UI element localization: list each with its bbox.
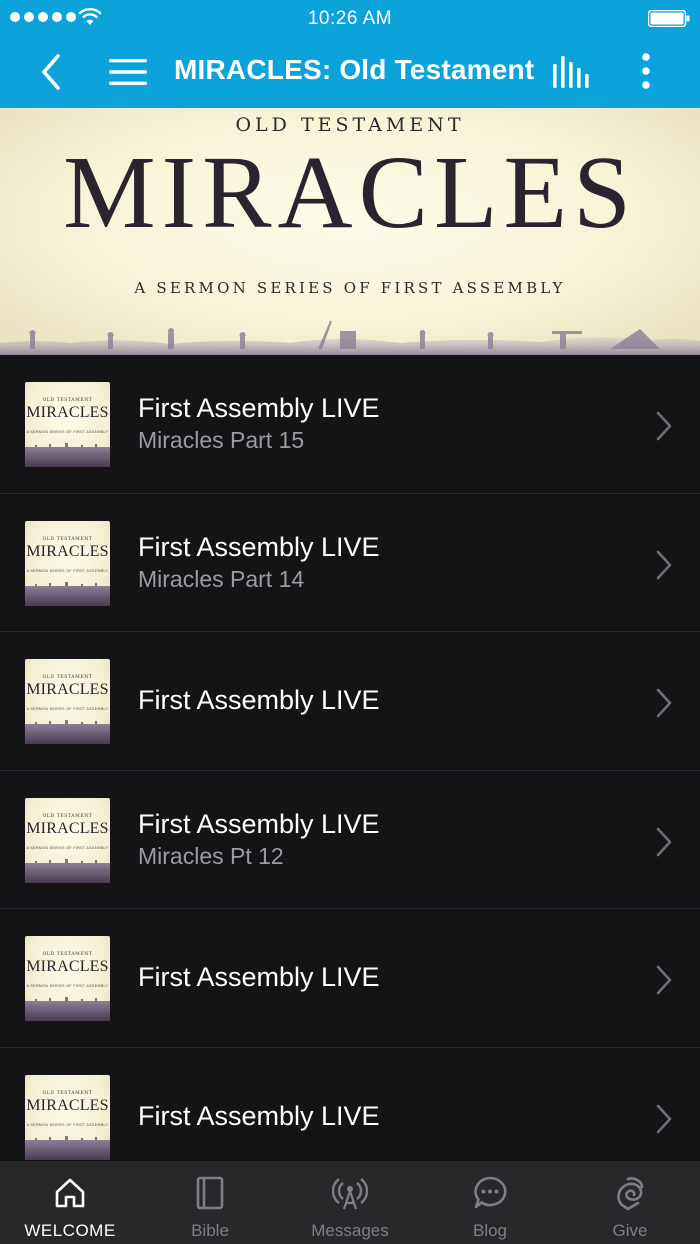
thumb-subtitle: A SERMON SERIES OF FIRST ASSEMBLY (26, 984, 109, 988)
episode-title: First Assembly LIVE (138, 685, 380, 715)
banner-title: MIRACLES (63, 135, 637, 250)
tab-give[interactable]: Give (560, 1161, 700, 1244)
thumb-kicker: OLD TESTAMENT (42, 675, 93, 680)
banner-kicker: OLD TESTAMENT (235, 114, 465, 136)
tab-messages[interactable]: Messages (280, 1161, 420, 1244)
thumb-kicker: OLD TESTAMENT (42, 398, 93, 403)
episode-thumbnail: OLD TESTAMENT MIRACLES A SERMON SERIES O… (25, 659, 110, 744)
thumb-subtitle: A SERMON SERIES OF FIRST ASSEMBLY (26, 430, 109, 434)
episode-thumbnail: OLD TESTAMENT MIRACLES A SERMON SERIES O… (25, 1074, 110, 1160)
thumb-title: MIRACLES (26, 819, 109, 837)
tab-label: Bible (191, 1221, 229, 1240)
banner-subtitle: A SERMON SERIES OF FIRST ASSEMBLY (134, 279, 566, 297)
give-icon (617, 1177, 644, 1211)
more-options-icon[interactable] (636, 52, 656, 92)
thumb-title: MIRACLES (26, 958, 109, 975)
thumb-title: MIRACLES (26, 542, 109, 560)
tab-bar: WELCOME Bible Messages Blog Give (0, 1161, 700, 1244)
chat-bubble-icon (474, 1176, 507, 1209)
back-arrow-icon[interactable] (36, 52, 66, 92)
episode-thumbnail: OLD TESTAMENT MIRACLES A SERMON SERIES O… (25, 797, 110, 883)
chevron-right-icon (656, 965, 672, 995)
chevron-right-icon (656, 550, 672, 579)
list-item[interactable]: OLD TESTAMENT MIRACLES A SERMON SERIES O… (0, 355, 700, 494)
episode-title: First Assembly LIVE (138, 962, 380, 992)
thumb-kicker: OLD TESTAMENT (42, 813, 93, 819)
battery-icon (648, 10, 690, 27)
chevron-right-icon (656, 827, 672, 856)
episode-subtitle: Miracles Part 14 (138, 565, 305, 592)
thumb-title: MIRACLES (26, 404, 109, 421)
status-bar: 10:26 AM (0, 0, 700, 36)
thumb-subtitle: A SERMON SERIES OF FIRST ASSEMBLY (26, 568, 109, 573)
book-icon (196, 1176, 224, 1210)
thumb-kicker: OLD TESTAMENT (42, 1090, 93, 1096)
episode-title: First Assembly LIVE (138, 393, 380, 423)
tab-label: Give (612, 1221, 648, 1240)
list-item[interactable]: OLD TESTAMENT MIRACLES A SERMON SERIES O… (0, 632, 700, 771)
list-item[interactable]: OLD TESTAMENT MIRACLES A SERMON SERIES O… (0, 493, 700, 632)
thumb-kicker: OLD TESTAMENT (42, 952, 93, 957)
nav-bar: MIRACLES: Old Testament (0, 36, 700, 108)
series-banner: OLD TESTAMENT MIRACLES A SERMON SERIES O… (0, 108, 700, 355)
episode-title: First Assembly LIVE (138, 531, 380, 562)
episode-subtitle: Miracles Pt 12 (138, 842, 284, 869)
list-item[interactable]: OLD TESTAMENT MIRACLES A SERMON SERIES O… (0, 909, 700, 1048)
list-item[interactable]: OLD TESTAMENT MIRACLES A SERMON SERIES O… (0, 770, 700, 909)
equalizer-icon[interactable] (550, 54, 594, 90)
app-screen: 10:26 AM MIRACLES: Old Testament OLD TES… (0, 0, 700, 1244)
episode-list: OLD TESTAMENT MIRACLES A SERMON SERIES O… (0, 355, 700, 1186)
tab-label: WELCOME (24, 1221, 116, 1240)
broadcast-icon (332, 1178, 368, 1210)
episode-thumbnail: OLD TESTAMENT MIRACLES A SERMON SERIES O… (25, 520, 110, 606)
thumb-title: MIRACLES (26, 681, 109, 698)
episode-thumbnail: OLD TESTAMENT MIRACLES A SERMON SERIES O… (25, 382, 110, 467)
chevron-right-icon (656, 411, 672, 441)
page-title: MIRACLES: Old Testament (174, 54, 535, 85)
tab-bible[interactable]: Bible (140, 1161, 280, 1244)
tab-label: Messages (311, 1221, 389, 1240)
thumb-title: MIRACLES (26, 1096, 109, 1114)
home-icon (55, 1178, 85, 1208)
thumb-kicker: OLD TESTAMENT (42, 536, 93, 542)
tab-label: Blog (472, 1221, 508, 1240)
thumb-subtitle: A SERMON SERIES OF FIRST ASSEMBLY (26, 845, 109, 850)
episode-subtitle: Miracles Part 15 (138, 427, 305, 453)
tab-blog[interactable]: Blog (420, 1161, 560, 1244)
chevron-right-icon (656, 1104, 672, 1133)
thumb-subtitle: A SERMON SERIES OF FIRST ASSEMBLY (26, 1122, 109, 1127)
status-time: 10:26 AM (307, 8, 393, 29)
thumb-subtitle: A SERMON SERIES OF FIRST ASSEMBLY (26, 707, 109, 711)
episode-title: First Assembly LIVE (138, 1100, 380, 1131)
chevron-right-icon (656, 688, 672, 718)
episode-title: First Assembly LIVE (138, 808, 380, 839)
hamburger-menu-icon[interactable] (108, 58, 148, 86)
banner-silhouette-art (0, 321, 700, 355)
episode-thumbnail: OLD TESTAMENT MIRACLES A SERMON SERIES O… (25, 936, 110, 1021)
tab-welcome[interactable]: WELCOME (0, 1161, 140, 1244)
